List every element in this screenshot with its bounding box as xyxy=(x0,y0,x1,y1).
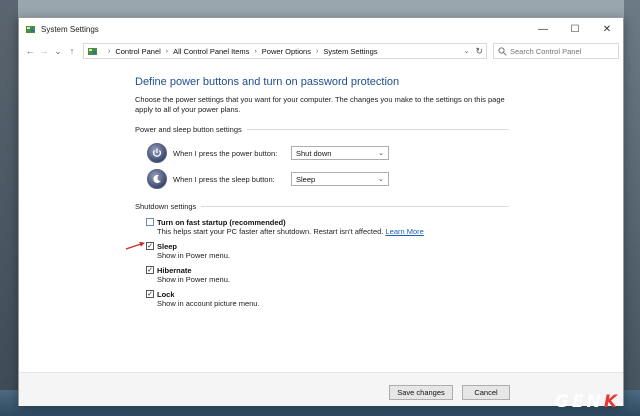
page-title: Define power buttons and turn on passwor… xyxy=(135,76,400,88)
sleep-button-row: When I press the sleep button: Sleep ⌄ xyxy=(147,168,389,190)
hibernate-option-description: Show in Power menu. xyxy=(157,275,230,284)
desktop-right-edge xyxy=(624,0,640,416)
search-box[interactable] xyxy=(493,43,619,59)
up-button[interactable]: ↑ xyxy=(65,43,79,59)
address-bar[interactable]: › Control Panel › All Control Panel Item… xyxy=(83,43,487,59)
shutdown-section-title: Shutdown settings xyxy=(135,202,197,211)
sleep-checkbox[interactable]: ✓ xyxy=(146,242,154,250)
fast-startup-description: This helps start your PC faster after sh… xyxy=(157,227,424,237)
breadcrumb-all-items[interactable]: All Control Panel Items xyxy=(173,47,249,56)
section-divider xyxy=(201,206,509,207)
page-description: Choose the power settings that you want … xyxy=(135,95,505,114)
window-title: System Settings xyxy=(41,24,99,34)
power-sleep-section-header: Power and sleep button settings xyxy=(135,125,509,134)
desktop-left-edge xyxy=(0,0,18,416)
learn-more-link[interactable]: Learn More xyxy=(386,227,424,236)
recent-locations-dropdown[interactable]: ⌄ xyxy=(51,43,65,59)
shutdown-section-header: Shutdown settings xyxy=(135,202,509,211)
address-dropdown-button[interactable]: ⌄ xyxy=(464,47,470,55)
search-icon xyxy=(498,46,507,56)
fast-startup-description-text: This helps start your PC faster after sh… xyxy=(157,227,384,236)
section-divider xyxy=(246,129,509,130)
sleep-button-label: When I press the sleep button: xyxy=(173,174,275,184)
main-content: Define power buttons and turn on passwor… xyxy=(19,62,623,372)
control-panel-icon xyxy=(26,25,35,33)
sleep-button-value: Sleep xyxy=(296,174,316,184)
minimize-button[interactable]: — xyxy=(527,18,559,40)
cancel-button[interactable]: Cancel xyxy=(462,385,510,400)
power-button-select[interactable]: Shut down ⌄ xyxy=(291,146,389,160)
hibernate-checkbox[interactable]: ✓ xyxy=(146,266,154,274)
lock-option-label[interactable]: Lock xyxy=(157,290,175,299)
lock-option-description: Show in account picture menu. xyxy=(157,299,260,308)
sleep-option-description: Show in Power menu. xyxy=(157,251,230,260)
forward-button[interactable]: → xyxy=(37,43,51,59)
power-button-value: Shut down xyxy=(296,148,332,158)
breadcrumb-separator: › xyxy=(254,47,257,55)
breadcrumb-power-options[interactable]: Power Options xyxy=(262,47,311,56)
dialog-footer: Save changes Cancel xyxy=(19,372,623,406)
save-changes-button[interactable]: Save changes xyxy=(389,385,453,400)
fast-startup-option: Turn on fast startup (recommended) This … xyxy=(146,217,424,237)
power-button-label: When I press the power button: xyxy=(173,148,278,158)
breadcrumb-separator: › xyxy=(165,47,169,55)
maximize-button[interactable]: ☐ xyxy=(559,18,591,40)
watermark-text: GEN xyxy=(555,392,604,412)
fast-startup-label[interactable]: Turn on fast startup (recommended) xyxy=(157,218,286,227)
sleep-button-icon xyxy=(147,169,167,189)
address-row: ← → ⌄ ↑ › Control Panel › All Control Pa… xyxy=(19,40,623,62)
breadcrumb-control-panel[interactable]: Control Panel xyxy=(115,47,160,56)
back-button[interactable]: ← xyxy=(23,43,37,59)
chevron-down-icon: ⌄ xyxy=(378,150,384,157)
breadcrumb-separator: › xyxy=(315,47,319,55)
close-button[interactable]: ✕ xyxy=(591,18,623,40)
sleep-option-label[interactable]: Sleep xyxy=(157,242,177,251)
annotation-arrow-icon xyxy=(125,241,145,250)
hibernate-option-label[interactable]: Hibernate xyxy=(157,266,192,275)
system-settings-window: System Settings — ☐ ✕ ← → ⌄ ↑ › Control … xyxy=(18,17,624,406)
sleep-option: ✓ Sleep Show in Power menu. xyxy=(146,241,230,261)
title-bar: System Settings — ☐ ✕ xyxy=(19,18,623,40)
fast-startup-checkbox[interactable] xyxy=(146,218,154,226)
breadcrumb-separator: › xyxy=(108,47,111,55)
watermark-accent: K xyxy=(603,392,620,412)
hibernate-option: ✓ Hibernate Show in Power menu. xyxy=(146,265,230,285)
power-button-row: When I press the power button: Shut down… xyxy=(147,142,389,164)
sleep-button-select[interactable]: Sleep ⌄ xyxy=(291,172,389,186)
control-panel-crumb-icon xyxy=(88,47,97,55)
power-button-icon xyxy=(147,143,167,163)
chevron-down-icon: ⌄ xyxy=(378,176,384,183)
search-input[interactable] xyxy=(510,46,610,56)
power-sleep-section-title: Power and sleep button settings xyxy=(135,125,242,134)
lock-checkbox[interactable]: ✓ xyxy=(146,290,154,298)
genk-watermark: GENK xyxy=(555,392,620,412)
refresh-button[interactable]: ↻ xyxy=(475,46,483,57)
breadcrumb-system-settings[interactable]: System Settings xyxy=(323,47,377,56)
lock-option: ✓ Lock Show in account picture menu. xyxy=(146,289,260,309)
